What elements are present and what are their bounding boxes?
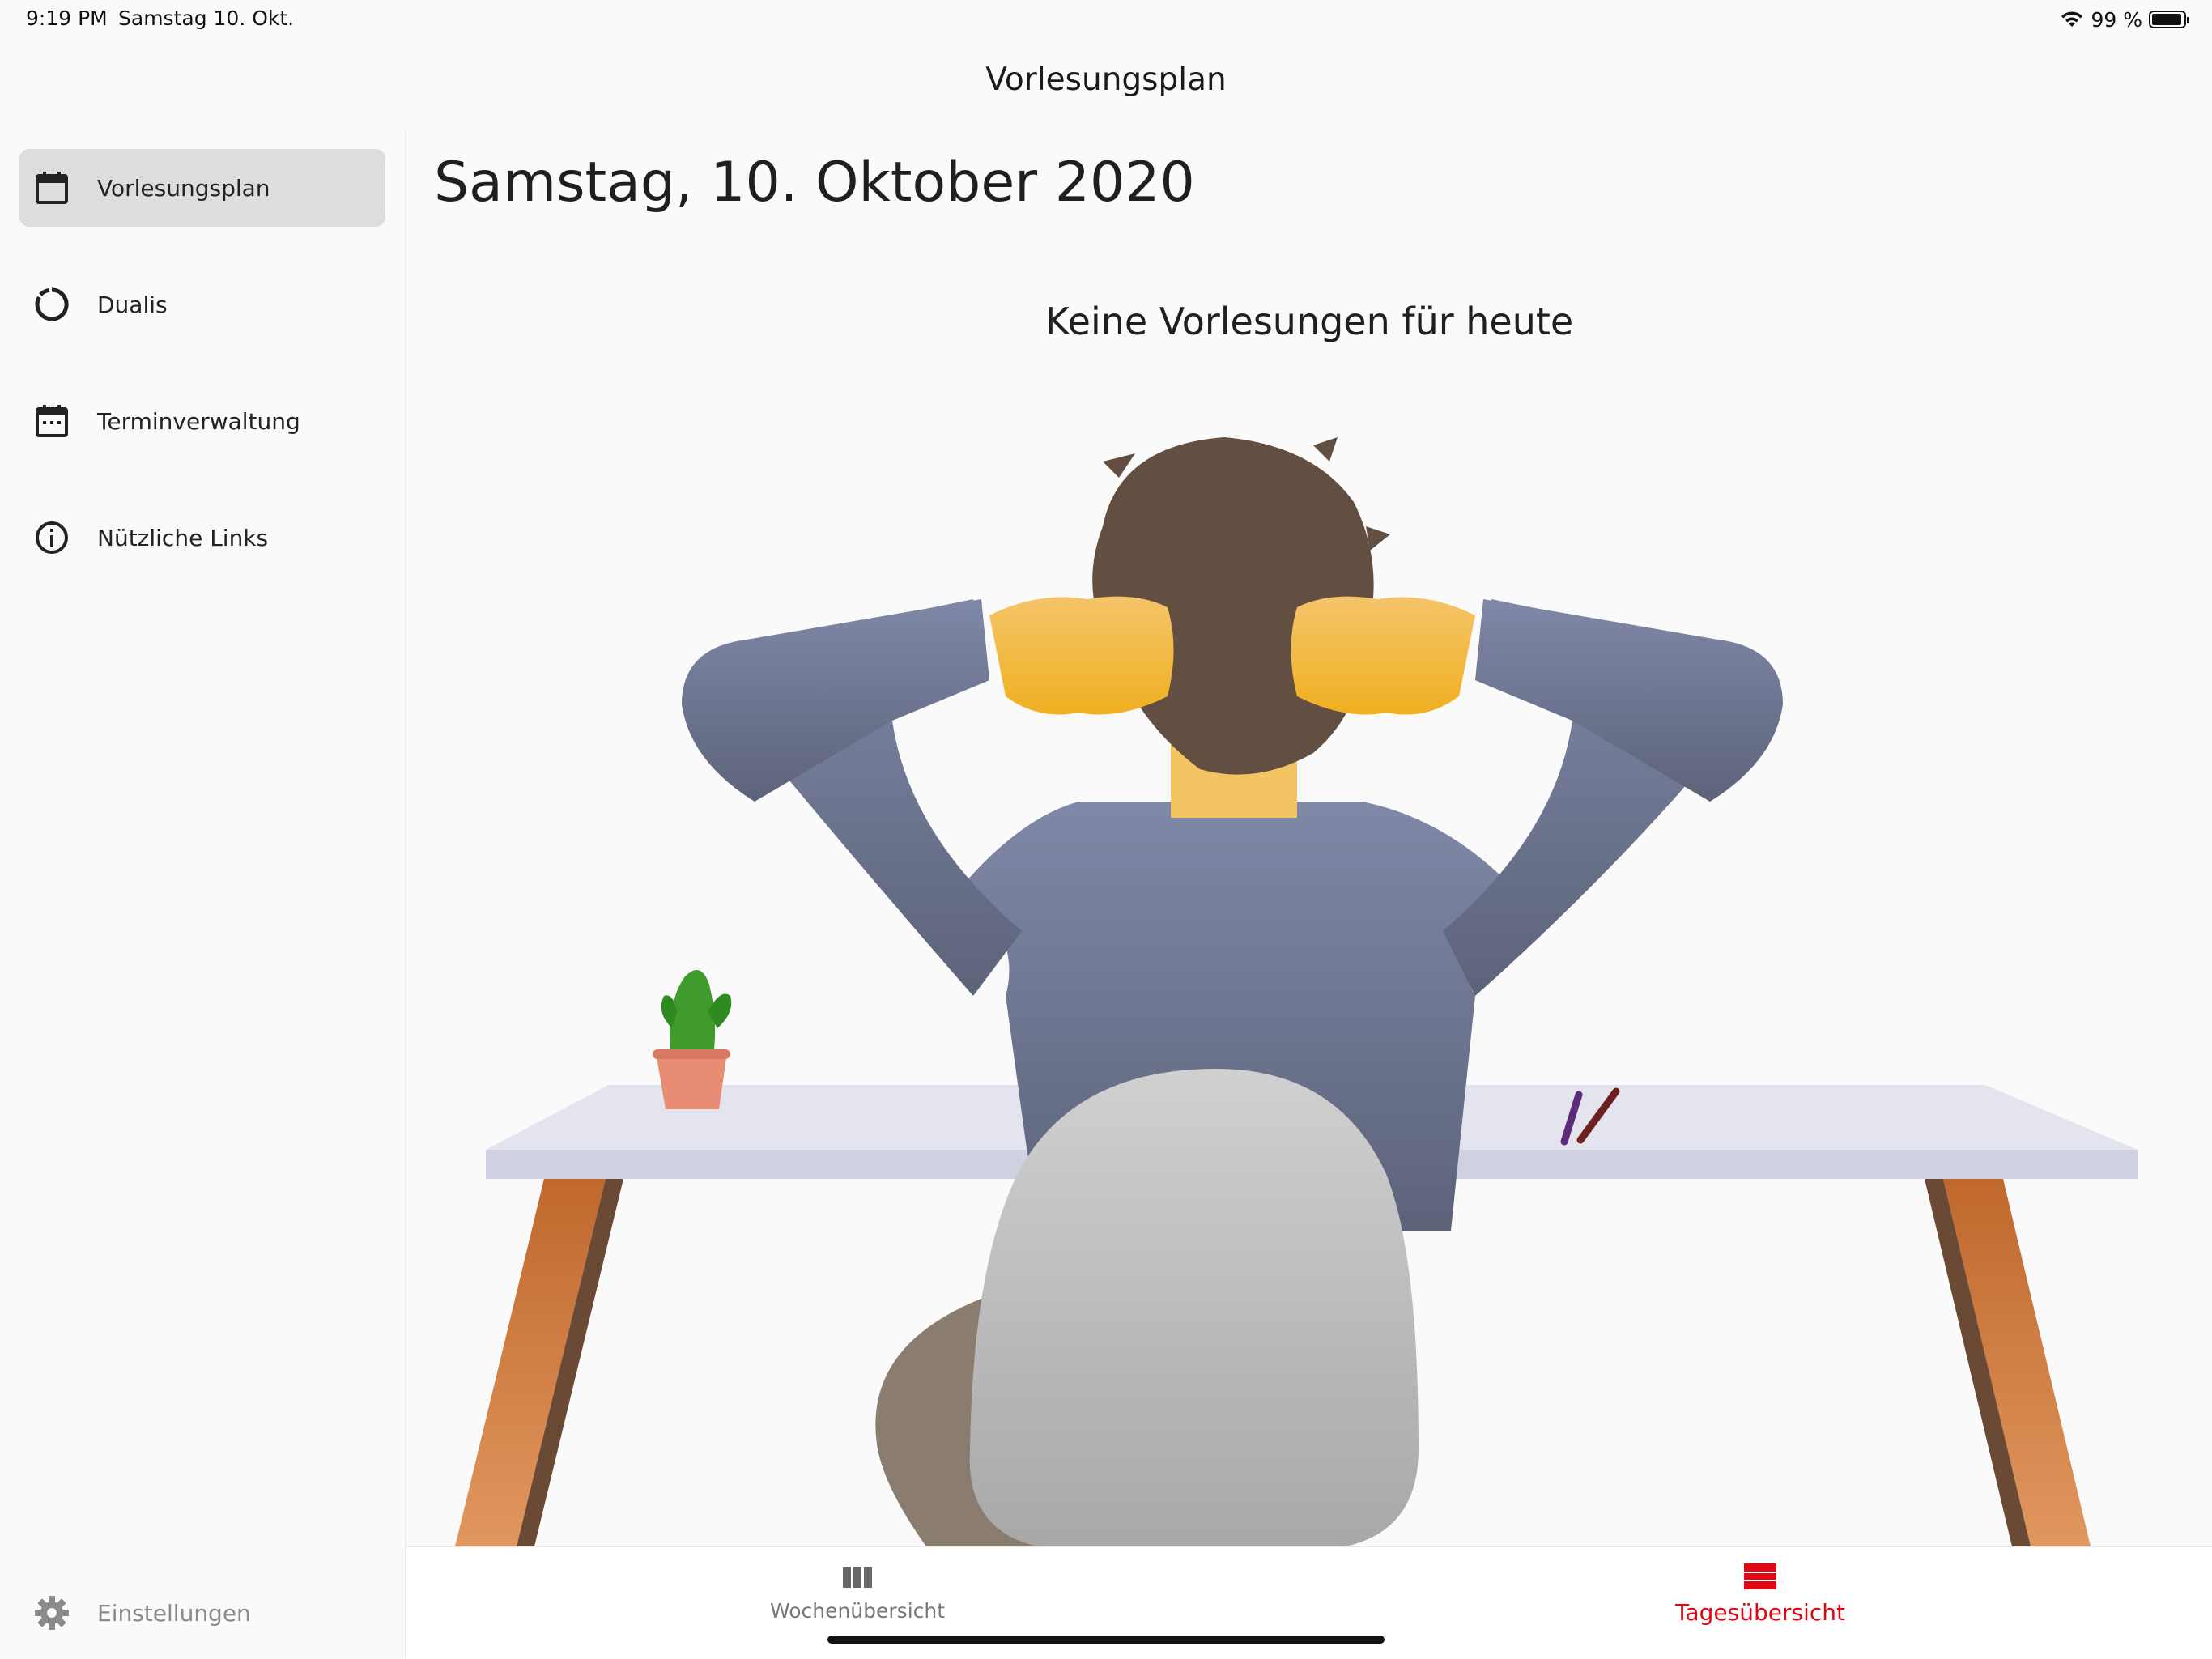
empty-state-message: Keine Vorlesungen für heute (1044, 300, 1574, 343)
sidebar-item-label: Vorlesungsplan (97, 174, 270, 202)
battery-percentage: 99 % (2091, 7, 2142, 32)
status-time: 9:19 PM (26, 6, 108, 30)
status-date: Samstag 10. Okt. (118, 6, 295, 30)
status-bar: 9:19 PM Samstag 10. Okt. 99 % (0, 0, 2212, 39)
tab-label: Wochenübersicht (769, 1599, 946, 1623)
sidebar-item-label: Terminverwaltung (97, 407, 300, 435)
sidebar: Vorlesungsplan Dualis Terminverwaltung N… (0, 130, 405, 1658)
loading-circle-icon (35, 287, 69, 321)
wifi-icon (2061, 11, 2083, 27)
sidebar-item-vorlesungsplan[interactable]: Vorlesungsplan (19, 149, 385, 227)
week-columns-icon (843, 1567, 872, 1588)
sidebar-item-nuetzliche-links[interactable]: Nützliche Links (19, 499, 385, 576)
calendar-dots-icon (36, 405, 68, 437)
tab-wochenuebersicht[interactable]: Wochenübersicht (696, 1562, 1019, 1623)
gear-icon (35, 1596, 69, 1630)
date-heading: Samstag, 10. Oktober 2020 (434, 151, 1195, 215)
calendar-icon (36, 172, 68, 204)
sidebar-item-label: Dualis (97, 291, 168, 318)
page-title: Vorlesungsplan (985, 62, 1227, 98)
battery-icon (2149, 11, 2189, 28)
info-icon (36, 521, 68, 554)
settings-label: Einstellungen (97, 1600, 251, 1627)
sidebar-item-label: Nützliche Links (97, 524, 269, 551)
tab-tagesuebersicht[interactable]: Tagesübersicht (1598, 1562, 1922, 1626)
status-right: 99 % (2060, 5, 2189, 34)
sidebar-item-dualis[interactable]: Dualis (19, 266, 385, 343)
sidebar-item-settings[interactable]: Einstellungen (19, 1576, 385, 1653)
home-indicator[interactable] (827, 1636, 1385, 1644)
sidebar-item-terminverwaltung[interactable]: Terminverwaltung (19, 382, 385, 460)
day-rows-icon (1744, 1563, 1776, 1589)
person-relaxing-at-desk-illustration (455, 437, 2138, 1546)
tab-label: Tagesübersicht (1675, 1599, 1845, 1626)
